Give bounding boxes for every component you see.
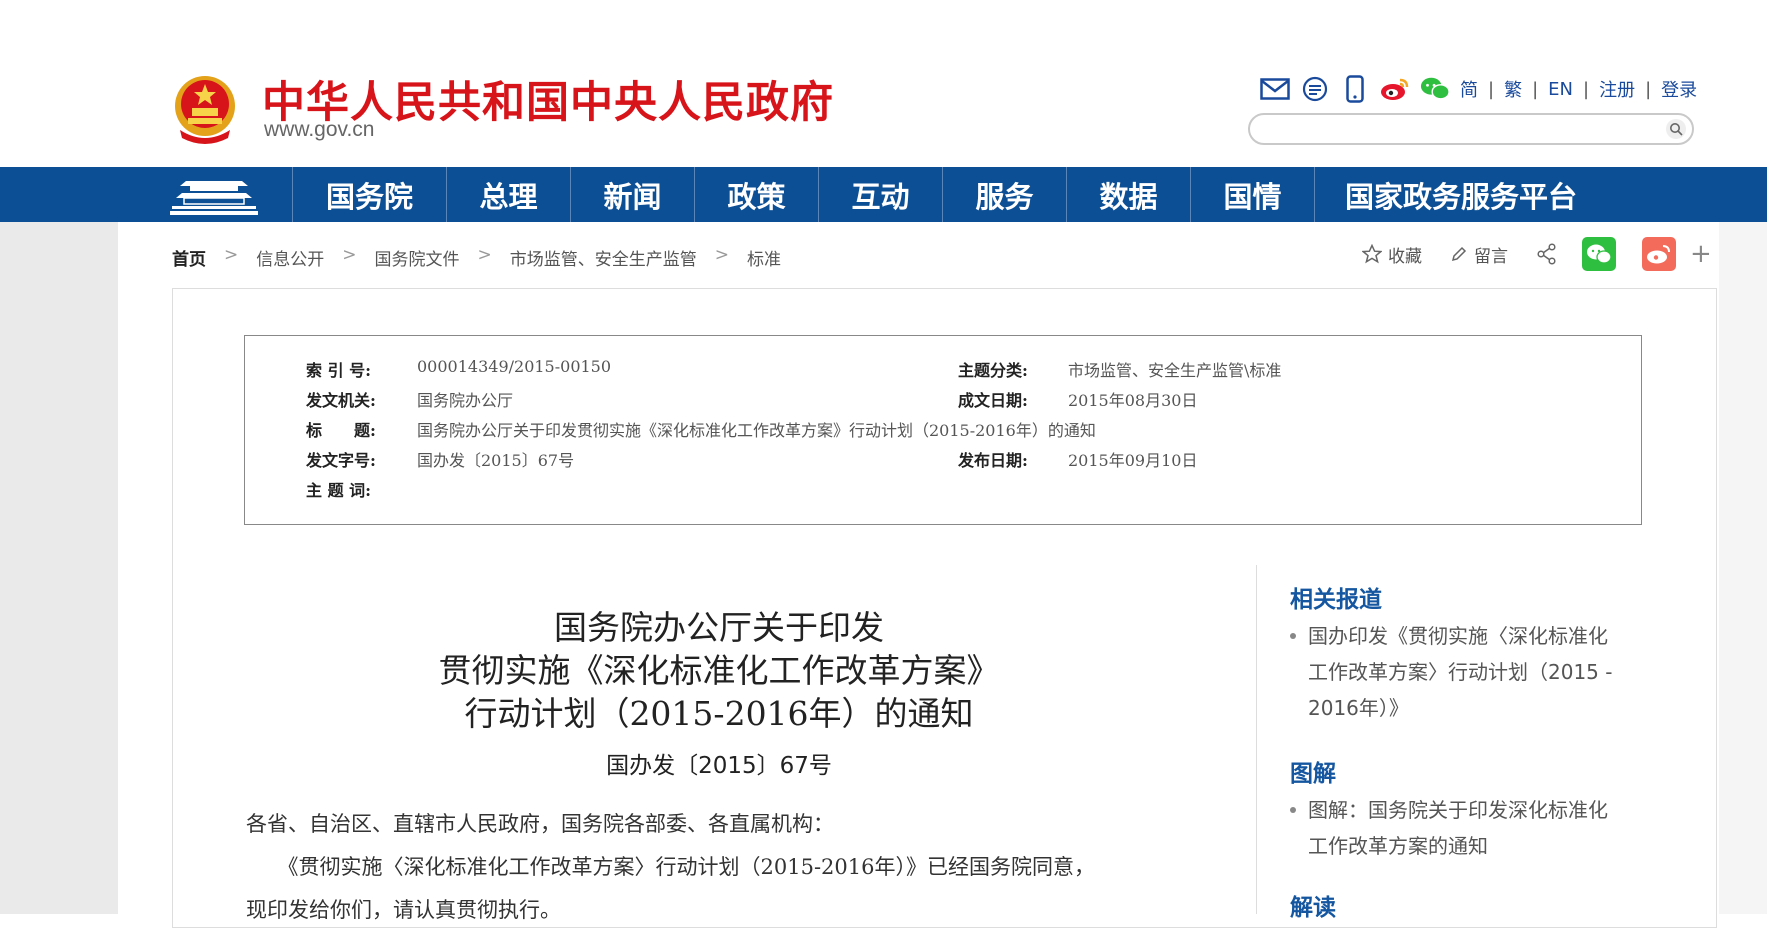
nav-items: 国务院 总理 新闻 政策 互动 服务 数据 国情 国家政务服务平台 — [292, 167, 1607, 222]
nav-item-news[interactable]: 新闻 — [570, 167, 694, 222]
breadcrumb: 首页 > 信息公开 > 国务院文件 > 市场监管、安全生产监管 > 标准 — [172, 245, 781, 270]
breadcrumb-home[interactable]: 首页 — [172, 245, 206, 270]
tiananmen-icon[interactable] — [168, 171, 260, 218]
favorite-label: 收藏 — [1388, 246, 1422, 267]
separator: | — [1532, 78, 1539, 100]
nav-item-national-info[interactable]: 国情 — [1190, 167, 1314, 222]
lang-simplified-link[interactable]: 简 — [1460, 76, 1478, 102]
related-report-line: 2016年）》 — [1308, 696, 1409, 720]
related-reports-heading[interactable]: 相关报道 — [1290, 580, 1382, 614]
mobile-icon[interactable] — [1340, 74, 1370, 104]
mail-icon[interactable] — [1260, 74, 1290, 104]
column-divider — [1256, 565, 1257, 914]
related-report-line: 工作改革方案〉行动计划（2015 - — [1308, 660, 1613, 684]
nav-item-interaction[interactable]: 互动 — [818, 167, 942, 222]
document-title-line: 行动计划（2015-2016年）的通知 — [464, 694, 974, 733]
graphic-link[interactable]: 图解：国务院关于印发深化标准化 工作改革方案的通知 — [1290, 792, 1630, 864]
published-date-value: 2015年09月10日 — [1068, 451, 1198, 470]
interpretation-heading[interactable]: 解读 — [1290, 888, 1336, 922]
comment-button[interactable]: 留言 — [1450, 242, 1508, 267]
document-number: 国办发〔2015〕67号 — [606, 753, 832, 779]
nav-item-services[interactable]: 服务 — [942, 167, 1066, 222]
page-margin-left — [0, 222, 118, 914]
title-value: 国务院办公厅关于印发贯彻实施《深化标准化工作改革方案》行动计划（2015-201… — [417, 421, 1096, 440]
document-title-line: 贯彻实施《深化标准化工作改革方案》 — [438, 651, 1000, 690]
weibo-share-icon[interactable] — [1642, 237, 1676, 271]
document-metadata: 索 引 号: 000014349/2015-00150 主题分类: 市场监管、安… — [244, 335, 1642, 525]
weibo-icon[interactable] — [1380, 74, 1410, 104]
document-title-line: 国务院办公厅关于印发 — [554, 608, 884, 647]
separator: | — [1488, 78, 1495, 100]
register-link[interactable]: 注册 — [1599, 76, 1635, 102]
nav-item-state-council[interactable]: 国务院 — [292, 167, 446, 222]
document-title: 国务院办公厅关于印发 贯彻实施《深化标准化工作改革方案》 行动计划（2015-2… — [404, 606, 1034, 735]
top-links: 简 | 繁 | EN | 注册 | 登录 — [1260, 74, 1697, 104]
related-report-line: 国办印发《贯彻实施〈深化标准化 — [1308, 624, 1608, 648]
breadcrumb-item[interactable]: 国务院文件 — [375, 245, 460, 270]
graphic-line: 工作改革方案的通知 — [1308, 834, 1488, 858]
message-icon[interactable] — [1300, 74, 1330, 104]
topic-value: 市场监管、安全生产监管\标准 — [1068, 361, 1282, 380]
wechat-icon[interactable] — [1420, 74, 1450, 104]
related-report-link[interactable]: 国办印发《贯彻实施〈深化标准化 工作改革方案〉行动计划（2015 - 2016年… — [1290, 618, 1630, 726]
search-icon[interactable] — [1666, 119, 1686, 139]
keywords-label: 主 题 词: — [306, 481, 372, 500]
doc-number-value: 国办发〔2015〕67号 — [417, 451, 575, 470]
login-link[interactable]: 登录 — [1661, 76, 1697, 102]
separator: | — [1645, 78, 1652, 100]
more-share-icon[interactable]: + — [1690, 239, 1712, 269]
title-label: 标 题: — [306, 421, 376, 440]
pencil-icon — [1451, 246, 1467, 262]
lang-english-link[interactable]: EN — [1548, 79, 1573, 100]
wechat-share-icon[interactable] — [1582, 237, 1616, 271]
index-value: 000014349/2015-00150 — [417, 357, 612, 376]
nav-item-service-platform[interactable]: 国家政务服务平台 — [1314, 167, 1607, 222]
breadcrumb-item[interactable]: 标准 — [747, 245, 781, 270]
nav-item-policy[interactable]: 政策 — [694, 167, 818, 222]
lang-traditional-link[interactable]: 繁 — [1504, 76, 1522, 102]
separator: | — [1583, 78, 1590, 100]
site-header: 中华人民共和国中央人民政府 www.gov.cn 简 | 繁 | EN | 注册… — [0, 0, 1767, 167]
doc-number-label: 发文字号: — [306, 451, 376, 470]
graphic-line: 图解：国务院关于印发深化标准化 — [1308, 798, 1608, 822]
national-emblem-icon[interactable] — [172, 72, 238, 146]
issuer-label: 发文机关: — [306, 391, 376, 410]
body-paragraph: 《贯彻实施〈深化标准化工作改革方案〉行动计划（2015-2016年）》已经国务院… — [246, 855, 1095, 879]
page-actions: 收藏 留言 + — [1362, 237, 1712, 271]
nav-item-data[interactable]: 数据 — [1066, 167, 1190, 222]
index-label: 索 引 号: — [306, 361, 372, 380]
chevron-right-icon: > — [342, 245, 357, 265]
issuer-value: 国务院办公厅 — [417, 391, 514, 410]
nav-item-premier[interactable]: 总理 — [446, 167, 570, 222]
body-paragraph: 现印发给你们，请认真贯彻执行。 — [246, 898, 561, 922]
favorite-button[interactable]: 收藏 — [1362, 242, 1422, 267]
share-icon[interactable] — [1536, 243, 1558, 265]
chevron-right-icon: > — [224, 245, 239, 265]
breadcrumb-item[interactable]: 信息公开 — [256, 245, 324, 270]
star-icon — [1362, 244, 1382, 264]
chevron-right-icon: > — [477, 245, 492, 265]
topic-label: 主题分类: — [958, 361, 1028, 380]
site-domain: www.gov.cn — [264, 118, 375, 141]
comment-label: 留言 — [1474, 246, 1508, 267]
chevron-right-icon: > — [714, 245, 729, 265]
created-date-value: 2015年08月30日 — [1068, 391, 1198, 410]
search-input[interactable] — [1248, 113, 1694, 145]
main-nav: 国务院 总理 新闻 政策 互动 服务 数据 国情 国家政务服务平台 — [0, 167, 1767, 222]
published-date-label: 发布日期: — [958, 451, 1028, 470]
created-date-label: 成文日期: — [958, 391, 1028, 410]
breadcrumb-item[interactable]: 市场监管、安全生产监管 — [510, 245, 697, 270]
graphic-heading[interactable]: 图解 — [1290, 754, 1336, 788]
page-margin-right — [1719, 222, 1767, 914]
body-paragraph: 各省、自治区、直辖市人民政府，国务院各部委、各直属机构： — [246, 812, 834, 836]
